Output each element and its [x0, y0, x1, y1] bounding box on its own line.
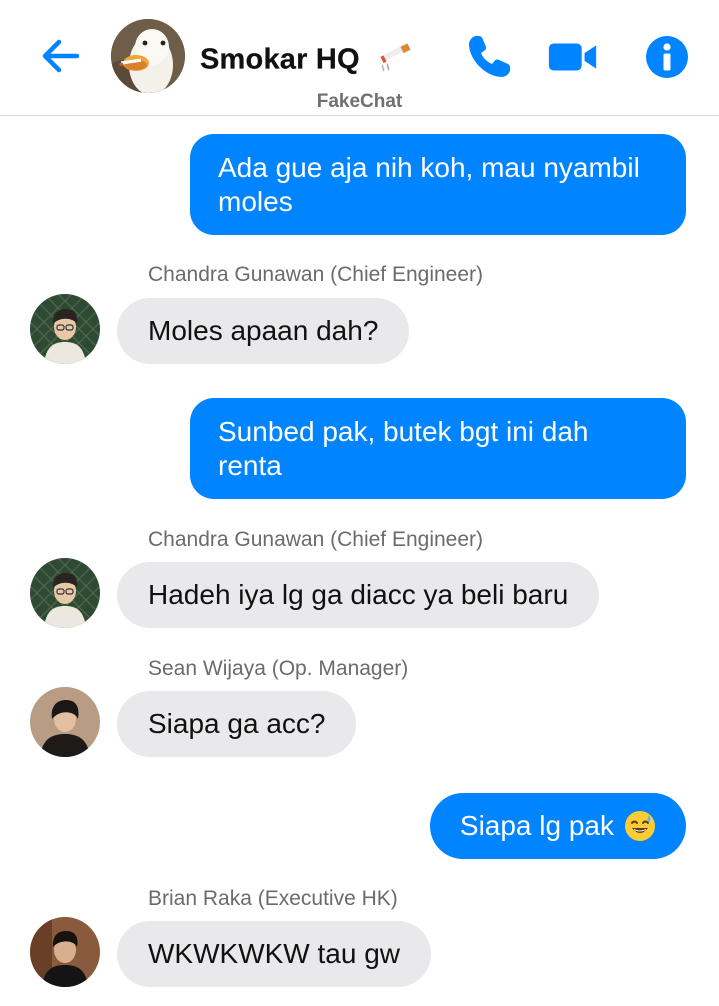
group-title[interactable]: Smokar HQ: [200, 38, 416, 84]
avatar-brian[interactable]: [30, 917, 100, 987]
sender-name: Sean Wijaya (Op. Manager): [148, 657, 409, 680]
sender-name: Brian Raka (Executive HK): [148, 887, 398, 910]
cigarette-emoji-icon: [378, 35, 416, 81]
avatar-chandra[interactable]: [30, 558, 100, 628]
outgoing-message-bubble[interactable]: Sunbed pak, butek bgt ini dah renta: [190, 398, 686, 499]
message-text: Moles apaan dah?: [148, 315, 379, 346]
incoming-message-bubble[interactable]: Siapa ga acc?: [117, 691, 357, 757]
message-text: Siapa lg pak: [459, 810, 614, 841]
sender-name: Chandra Gunawan (Chief Engineer): [148, 528, 484, 551]
chat-header: Smokar HQ FakeChat: [0, 0, 719, 116]
info-button[interactable]: [640, 30, 694, 84]
incoming-message-bubble[interactable]: Moles apaan dah?: [117, 298, 410, 364]
message-text: Ada gue aja nih koh, mau nyambil moles: [218, 151, 640, 217]
call-button[interactable]: [462, 30, 516, 84]
outgoing-message-bubble[interactable]: Siapa lg pak: [429, 793, 686, 859]
message-text: Siapa ga acc?: [148, 708, 326, 739]
message-text: Hadeh iya lg ga diacc ya beli baru: [148, 579, 569, 610]
incoming-message-bubble[interactable]: WKWKWKW tau gw: [117, 921, 432, 987]
video-call-button[interactable]: [546, 30, 600, 84]
sweat-smile-emoji-icon: [624, 810, 656, 842]
incoming-message-bubble[interactable]: Hadeh iya lg ga diacc ya beli baru: [117, 562, 600, 628]
video-camera-icon: [548, 43, 597, 71]
person-avatar-image: [30, 687, 100, 757]
info-icon: [646, 36, 688, 78]
back-button[interactable]: [38, 33, 84, 79]
person-avatar-image: [30, 917, 100, 987]
avatar-sean[interactable]: [30, 687, 100, 757]
outgoing-message-bubble[interactable]: Ada gue aja nih koh, mau nyambil moles: [190, 134, 686, 235]
sender-name: Chandra Gunawan (Chief Engineer): [148, 263, 484, 286]
chat-subtitle: FakeChat: [316, 91, 403, 112]
group-avatar[interactable]: [111, 19, 185, 93]
message-text: WKWKWKW tau gw: [148, 938, 401, 969]
person-avatar-image: [30, 558, 100, 628]
avatar-chandra[interactable]: [30, 294, 100, 364]
duck-avatar-image: [111, 19, 185, 93]
arrow-left-icon: [42, 39, 80, 73]
message-text: Sunbed pak, butek bgt ini dah renta: [218, 415, 589, 481]
group-title-text: Smokar HQ: [200, 43, 360, 76]
phone-icon: [469, 36, 510, 77]
person-avatar-image: [30, 294, 100, 364]
